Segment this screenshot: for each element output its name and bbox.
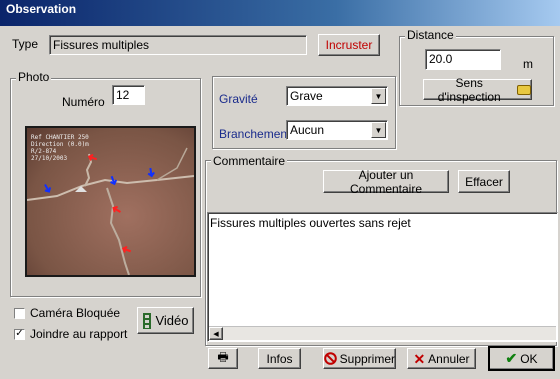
gravite-select[interactable]: Grave ▼ (286, 86, 388, 106)
scroll-left-icon[interactable]: ◀ (209, 327, 223, 340)
distance-input[interactable]: 20.0 (425, 49, 501, 70)
joindre-rapport-checkbox[interactable]: ✓ Joindre au rapport (14, 327, 127, 341)
ok-button[interactable]: ✔ OK (488, 346, 555, 371)
effacer-label: Effacer (465, 174, 503, 189)
inspection-photo[interactable]: Ref CHANTIER 250 Direction (0.0)m R/2-87… (25, 126, 196, 277)
camera-checkbox-box[interactable] (14, 307, 25, 319)
film-strip-icon (143, 312, 152, 329)
branchement-label: Branchement (219, 127, 291, 141)
infos-button[interactable]: Infos (258, 348, 301, 369)
overlay-line: R/2-874 (31, 148, 57, 155)
ok-label: OK (520, 351, 538, 366)
commentaire-group-label: Commentaire (211, 154, 288, 168)
check-icon: ✔ (505, 350, 518, 366)
incruster-button[interactable]: Incruster (318, 34, 380, 56)
gravite-value: Grave (290, 89, 323, 103)
video-button[interactable]: Vidéo (137, 307, 194, 334)
numero-label: Numéro (62, 95, 105, 109)
supprimer-label: Supprimer (339, 351, 395, 366)
ajouter-commentaire-label: Ajouter un Commentaire (349, 167, 423, 196)
chevron-down-icon[interactable]: ▼ (371, 88, 386, 104)
distance-value: 20.0 (429, 52, 453, 66)
title-bar: Observation (0, 0, 560, 26)
photo-group-label: Photo (16, 70, 52, 84)
horizontal-scrollbar[interactable]: ◀ (209, 326, 556, 340)
window-title: Observation (6, 2, 77, 16)
distance-group-label: Distance (405, 28, 456, 42)
overlay-line: 27/10/2003 (31, 155, 68, 162)
check-mark-icon: ✓ (15, 328, 24, 339)
distance-unit: m (523, 57, 533, 71)
effacer-button[interactable]: Effacer (458, 170, 510, 193)
gravite-label: Gravité (219, 92, 258, 106)
commentaire-textarea[interactable]: Fissures multiples ouvertes sans rejet (207, 212, 558, 342)
sens-inspection-label: Sens d'inspection (437, 75, 501, 104)
numero-input[interactable]: 12 (112, 85, 145, 105)
joindre-checkbox-box[interactable]: ✓ (14, 328, 25, 340)
infos-label: Infos (266, 351, 293, 366)
overlay-line: Ref CHANTIER 250 (31, 134, 89, 141)
ajouter-commentaire-button[interactable]: Ajouter un Commentaire (323, 167, 449, 196)
print-button[interactable]: 🖶 (208, 348, 238, 369)
pointing-hand-icon (517, 84, 531, 95)
no-entry-icon (324, 352, 337, 365)
annuler-label: Annuler (428, 351, 470, 366)
overlay-line: Direction (0.0)m (31, 141, 89, 148)
sens-inspection-button[interactable]: Sens d'inspection (423, 76, 532, 104)
type-value: Fissures multiples (53, 38, 150, 52)
cancel-x-icon: ✕ (413, 350, 426, 367)
type-label: Type (12, 37, 39, 51)
joindre-label: Joindre au rapport (30, 327, 128, 341)
branchement-select[interactable]: Aucun ▼ (286, 120, 388, 140)
commentaire-text: Fissures multiples ouvertes sans rejet (210, 216, 411, 230)
camera-bloquee-checkbox[interactable]: Caméra Bloquée (14, 306, 120, 320)
branchement-value: Aucun (290, 123, 325, 137)
camera-label: Caméra Bloquée (30, 306, 121, 320)
type-field: Fissures multiples (49, 35, 307, 55)
video-label: Vidéo (155, 313, 189, 328)
printer-icon: 🖶 (217, 350, 229, 364)
numero-value: 12 (116, 88, 130, 102)
incruster-label: Incruster (325, 38, 373, 52)
chevron-down-icon[interactable]: ▼ (371, 122, 386, 138)
annuler-button[interactable]: ✕ Annuler (407, 348, 476, 369)
supprimer-button[interactable]: Supprimer (323, 348, 396, 369)
photo-overlay: Ref CHANTIER 250 Direction (0.0)m R/2-87… (31, 134, 89, 162)
